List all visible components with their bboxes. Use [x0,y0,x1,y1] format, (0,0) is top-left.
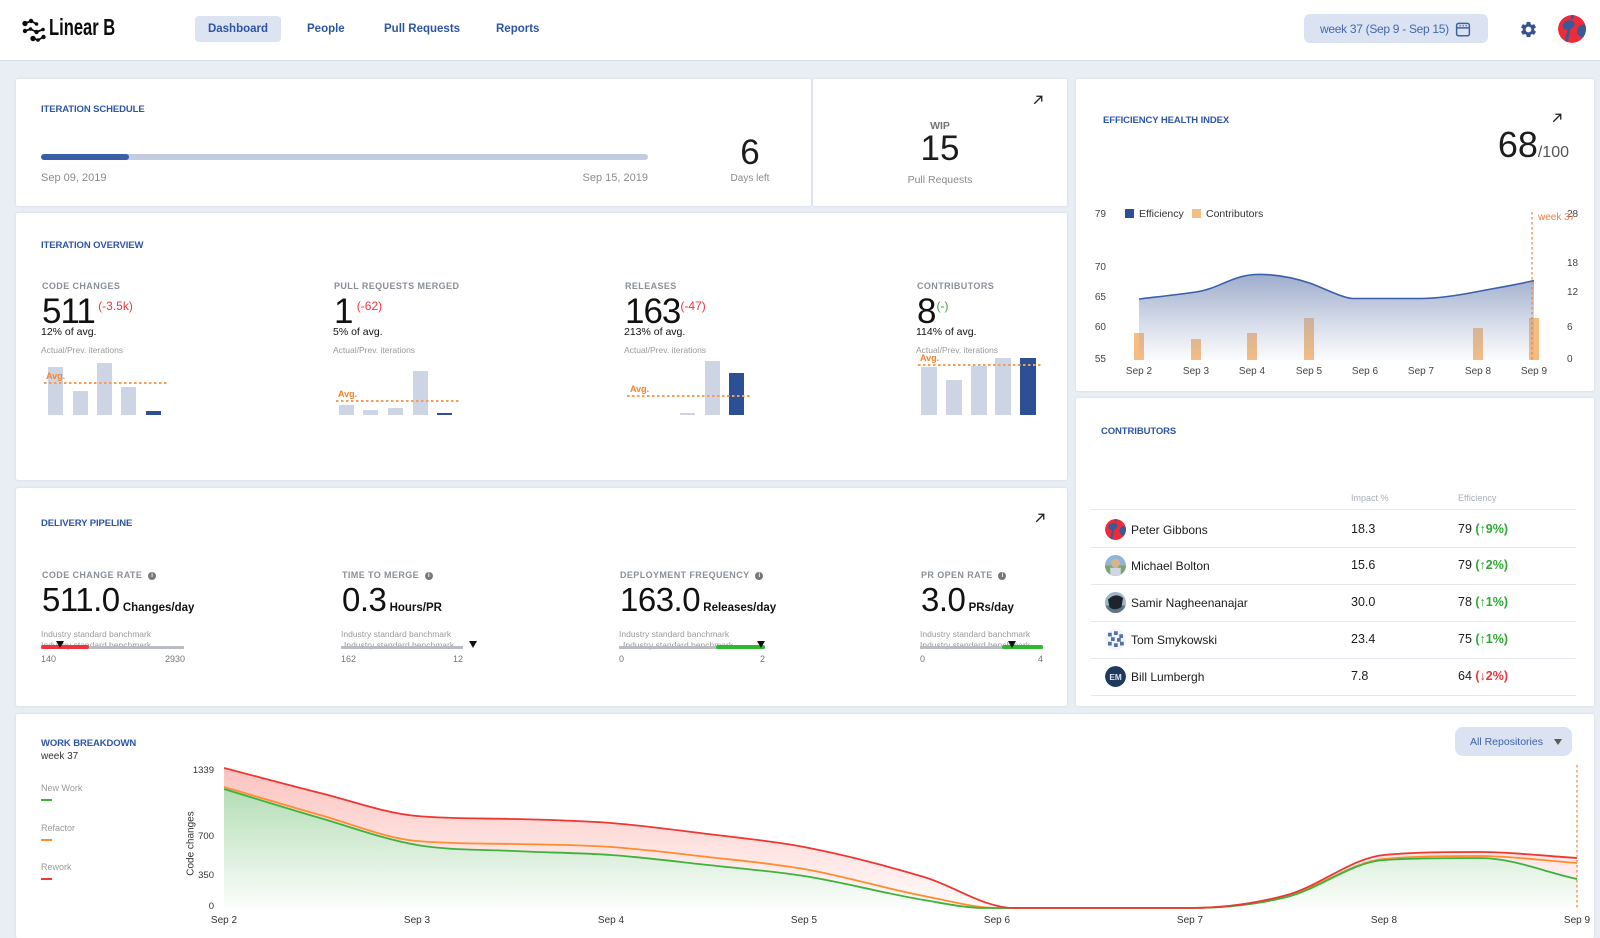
svg-text:EM: EM [1109,673,1122,682]
